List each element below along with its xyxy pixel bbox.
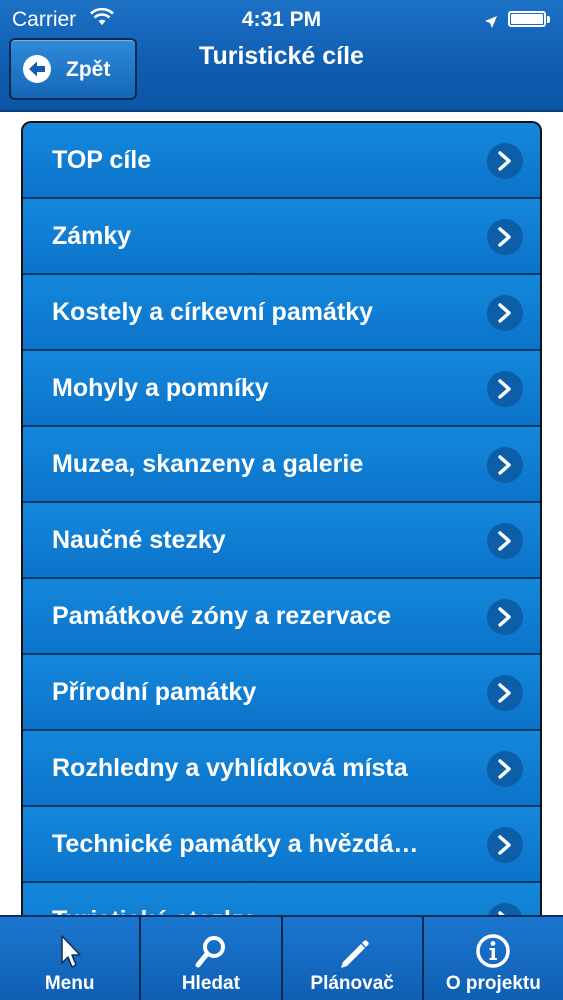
chevron-right-icon (487, 371, 523, 407)
chevron-right-icon (487, 523, 523, 559)
list-item[interactable]: Zámky (23, 199, 540, 275)
list-item[interactable]: Kostely a církevní památky (23, 275, 540, 351)
battery-icon (508, 11, 550, 27)
location-arrow-icon (484, 11, 498, 35)
list-item[interactable]: Rozhledny a vyhlídková místa (23, 731, 540, 807)
info-icon (424, 933, 563, 971)
tab-label: Plánovač (310, 973, 394, 994)
list-item-label: Zámky (52, 222, 132, 250)
cursor-icon (0, 933, 139, 971)
list-item[interactable]: Turistické stezky (23, 883, 540, 917)
list-item-label: Muzea, skanzeny a galerie (52, 450, 364, 478)
chevron-right-icon (487, 599, 523, 635)
list-item[interactable]: Přírodní památky (23, 655, 540, 731)
chevron-right-icon (487, 447, 523, 483)
tab-about[interactable]: O projektu (424, 917, 563, 1000)
back-button-label: Zpět (66, 58, 111, 81)
list-item[interactable]: TOP cíle (23, 123, 540, 199)
list-item-label: Technické památky a hvězdá… (52, 830, 419, 858)
category-list: TOP cíle Zámky Kostely a církevní památk… (21, 121, 542, 917)
list-item-label: Památkové zóny a rezervace (52, 602, 392, 630)
page-title: Turistické cíle (199, 42, 364, 70)
tab-label: Hledat (181, 973, 240, 994)
list-item[interactable]: Mohyly a pomníky (23, 351, 540, 427)
tab-label: O projektu (445, 973, 541, 994)
pencil-icon (283, 933, 422, 971)
status-time: 4:31 PM (241, 8, 322, 31)
tab-label: Menu (44, 973, 95, 994)
list-item[interactable]: Naučné stezky (23, 503, 540, 579)
list-item-label: Turistické stezky (52, 883, 252, 917)
list-item[interactable]: Památkové zóny a rezervace (23, 579, 540, 655)
chevron-right-icon (487, 675, 523, 711)
tab-planner[interactable]: Plánovač (283, 917, 424, 1000)
list-item-label: Mohyly a pomníky (52, 374, 269, 402)
tab-search[interactable]: Hledat (141, 917, 283, 1000)
list-item[interactable]: Muzea, skanzeny a galerie (23, 427, 540, 503)
list-item[interactable]: Technické památky a hvězdá… (23, 807, 540, 883)
chevron-right-icon (487, 295, 523, 331)
list-item-label: Kostely a církevní památky (52, 298, 373, 326)
magnifier-icon (141, 933, 280, 971)
tab-bar: Menu Hledat Plánovač O projektu (0, 915, 563, 1000)
chevron-right-icon (487, 751, 523, 787)
list-item-label: Přírodní památky (52, 678, 257, 706)
chevron-right-icon (487, 827, 523, 863)
status-bar: Carrier 4:31 PM (0, 0, 563, 38)
tab-menu[interactable]: Menu (0, 917, 142, 1000)
back-button[interactable]: Zpět (9, 38, 137, 100)
list-item-label: Naučné stezky (52, 526, 226, 554)
list-item-label: TOP cíle (52, 146, 152, 174)
navigation-header: Carrier 4:31 PM Zpět Turistické cíle (0, 0, 563, 112)
chevron-right-icon (487, 219, 523, 255)
list-item-label: Rozhledny a vyhlídková místa (52, 754, 408, 782)
chevron-right-icon (487, 143, 523, 179)
back-arrow-icon (23, 55, 51, 83)
